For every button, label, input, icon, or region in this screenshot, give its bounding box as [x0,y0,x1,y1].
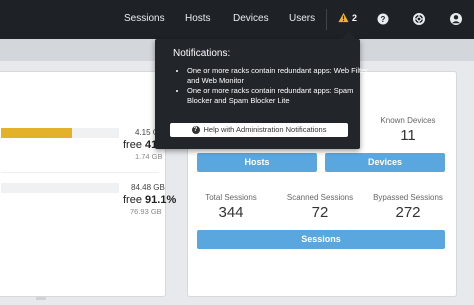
notification-count: 2 [352,12,358,23]
bypassed-sessions-label: Bypassed Sessions [373,193,443,202]
notification-item: One or more racks contain redundant apps… [187,66,372,86]
scanned-sessions-value: 72 [311,204,329,221]
notification-item: One or more racks contain redundant apps… [187,86,372,106]
known-devices-value: 11 [400,127,416,144]
storage-bar-1-fill [1,128,72,138]
nav-users[interactable]: Users [289,13,315,24]
nav-hosts[interactable]: Hosts [185,13,211,24]
question-icon: ? [191,126,200,135]
total-sessions-label: Total Sessions [205,193,257,202]
notifications-popover: Notifications: One or more racks contain… [155,32,368,149]
storage-divider [1,172,159,173]
storage-free-value-2: 91.1% [145,194,177,206]
storage-panel: 4.15 GB free 41.9 1.74 GB 84.48 GB free … [0,71,176,297]
warning-icon [338,12,349,23]
storage-free-prefix-1: free [123,139,142,151]
svg-text:?: ? [381,15,386,24]
help-notifications-label: Help with Administration Notifications [203,125,327,134]
storage-free-prefix-2: free [123,194,142,206]
storage-bar-2 [1,183,119,193]
storage-total-2: 84.48 GB [131,183,165,192]
nav-devices[interactable]: Devices [233,13,269,24]
help-icon[interactable]: ? [376,12,390,26]
storage-bar-1 [1,128,119,138]
support-icon[interactable] [412,12,426,26]
page-bottom [0,298,474,305]
storage-free-2: free 91.1% [123,194,176,206]
total-sessions-value: 344 [218,204,244,221]
notifications-button[interactable]: 2 [338,12,357,23]
sessions-button[interactable]: Sessions [197,230,445,249]
nav-divider [326,9,327,30]
account-icon[interactable] [449,12,463,26]
hosts-button[interactable]: Hosts [197,153,317,172]
known-devices-label: Known Devices [380,116,436,125]
help-notifications-button[interactable]: ? Help with Administration Notifications [170,123,348,137]
bypassed-sessions-value: 272 [395,204,421,221]
top-navigation-bar: Sessions Hosts Devices Users 2 ? [0,0,474,39]
storage-used-2: 76.93 GB [130,207,162,216]
scanned-sessions-label: Scanned Sessions [286,193,354,202]
nav-sessions[interactable]: Sessions [124,13,165,24]
storage-used-1: 1.74 GB [135,152,163,161]
popover-arrow [342,32,356,39]
devices-button[interactable]: Devices [325,153,445,172]
popover-title: Notifications: [173,48,231,59]
notification-list: One or more racks contain redundant apps… [173,66,372,106]
scroll-handle[interactable] [36,297,46,300]
